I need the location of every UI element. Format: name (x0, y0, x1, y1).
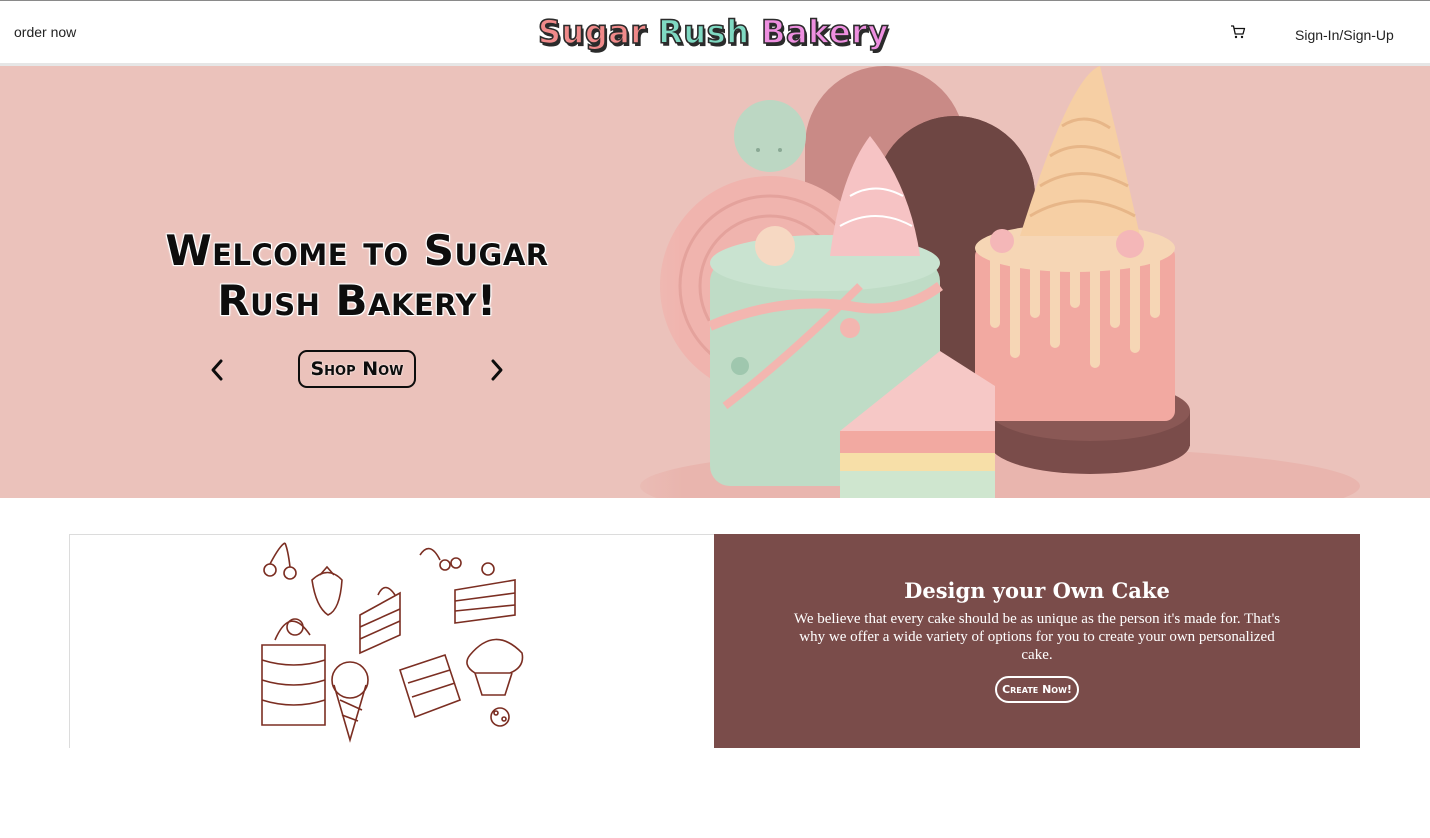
chevron-right-icon[interactable] (488, 357, 506, 383)
design-cake-panel: Design your Own Cake We believe that eve… (714, 534, 1360, 748)
shop-now-button[interactable]: Shop Now (298, 350, 416, 388)
hero-banner: Welcome to Sugar Rush Bakery! Shop Now (0, 66, 1430, 498)
design-cake-section: Design your Own Cake We believe that eve… (69, 534, 1360, 748)
hero-title: Welcome to Sugar Rush Bakery! (165, 226, 549, 325)
logo-word-sugar: Sugar (537, 12, 647, 52)
cart-icon[interactable] (1230, 24, 1246, 40)
top-navbar: order now Sugar Rush Bakery Sign-In/Sign… (0, 0, 1430, 66)
design-cake-title: Design your Own Cake (904, 578, 1170, 603)
order-now-link[interactable]: order now (14, 24, 76, 40)
logo-word-rush: Rush (657, 12, 750, 52)
brand-logo[interactable]: Sugar Rush Bakery (537, 11, 892, 57)
create-now-button[interactable]: Create Now! (995, 676, 1079, 703)
dessert-sketch-illustration (261, 542, 524, 743)
chevron-left-icon[interactable] (208, 357, 226, 383)
sign-in-link[interactable]: Sign-In/Sign-Up (1295, 27, 1394, 43)
logo-word-bakery: Bakery (760, 12, 889, 52)
design-cake-description: We believe that every cake should be as … (793, 611, 1281, 663)
cakes-illustration (600, 66, 1430, 498)
